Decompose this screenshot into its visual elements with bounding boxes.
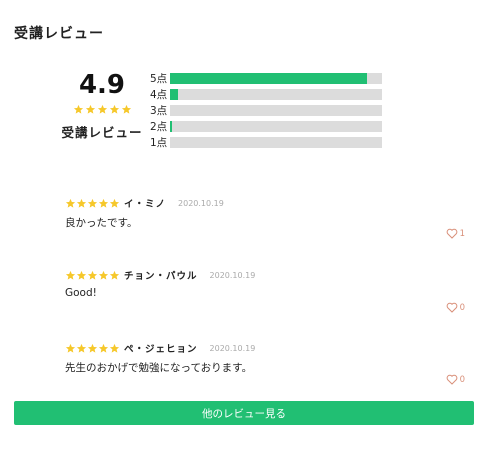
review-text: 良かったです。 xyxy=(65,217,138,229)
like-count: 0 xyxy=(459,302,465,313)
like-button[interactable]: 0 xyxy=(446,374,465,385)
star-icon xyxy=(87,343,98,353)
rating-row-2: 2点 xyxy=(150,118,385,134)
rating-row-4: 4点 xyxy=(150,86,385,102)
review-date: 2020.10.19 xyxy=(209,270,256,280)
heart-icon xyxy=(446,374,457,385)
average-stars xyxy=(52,104,152,118)
like-button[interactable]: 0 xyxy=(446,302,465,313)
summary-label: 受講レビュー xyxy=(61,125,143,140)
star-icon xyxy=(98,270,109,280)
star-icon xyxy=(98,343,109,353)
rating-bar-track xyxy=(170,72,382,84)
rating-bar-track xyxy=(170,120,382,132)
star-icon xyxy=(76,198,87,208)
star-icon xyxy=(121,104,131,114)
star-icon xyxy=(109,104,119,114)
star-icon xyxy=(65,270,76,280)
like-count: 0 xyxy=(459,374,465,385)
review-date: 2020.10.19 xyxy=(178,198,224,208)
rating-distribution: 5点 4点 3点 2点 1点 xyxy=(150,70,385,150)
rating-bar-fill xyxy=(170,88,179,100)
review-stars xyxy=(65,343,120,354)
review-item: イ・ミノ 2020.10.19 良かったです。 1 xyxy=(65,196,465,239)
star-icon xyxy=(65,198,76,208)
review-text: Good! xyxy=(65,287,97,299)
section-title: 受講レビュー xyxy=(14,26,104,42)
review-item: ペ・ジェヒョン 2020.10.19 先生のおかげで勉強になっております。 0 xyxy=(65,341,465,385)
star-icon xyxy=(109,198,120,208)
rating-bar-track xyxy=(170,88,382,100)
average-rating: 4.9 xyxy=(78,70,126,100)
rating-bar-track xyxy=(170,136,382,148)
reviewer-name: ペ・ジェヒョン xyxy=(124,344,198,355)
heart-icon xyxy=(446,302,457,313)
review-stars xyxy=(65,198,120,209)
rating-bar-fill xyxy=(170,120,173,132)
rating-row-3: 3点 xyxy=(150,102,385,118)
star-icon xyxy=(109,270,120,280)
star-icon xyxy=(97,104,107,114)
star-icon xyxy=(73,104,83,114)
star-icon xyxy=(76,270,87,280)
review-date: 2020.10.19 xyxy=(209,343,256,353)
more-reviews-button[interactable]: 他のレビュー見る xyxy=(14,401,474,425)
rating-summary: 4.9 受講レビュー xyxy=(52,68,152,141)
reviewer-name: チョン・パウル xyxy=(124,271,198,282)
star-icon xyxy=(87,270,98,280)
rating-bar-track xyxy=(170,104,382,116)
reviewer-name: イ・ミノ xyxy=(124,199,167,210)
rating-label: 3点 xyxy=(150,104,168,117)
rating-label: 5点 xyxy=(150,72,168,85)
star-icon xyxy=(65,343,76,353)
rating-row-1: 1点 xyxy=(150,134,385,150)
star-icon xyxy=(87,198,98,208)
review-text: 先生のおかげで勉強になっております。 xyxy=(65,362,253,374)
star-icon xyxy=(76,343,87,353)
rating-label: 4点 xyxy=(150,88,168,101)
like-button[interactable]: 1 xyxy=(446,228,465,239)
rating-label: 2点 xyxy=(150,120,168,133)
rating-label: 1点 xyxy=(150,136,168,149)
star-icon xyxy=(98,198,109,208)
heart-icon xyxy=(446,228,457,239)
star-icon xyxy=(85,104,95,114)
review-stars xyxy=(65,270,120,281)
like-count: 1 xyxy=(459,228,465,239)
rating-bar-fill xyxy=(170,72,368,84)
rating-row-5: 5点 xyxy=(150,70,385,86)
review-item: チョン・パウル 2020.10.19 Good! 0 xyxy=(65,268,465,313)
star-icon xyxy=(109,343,120,353)
